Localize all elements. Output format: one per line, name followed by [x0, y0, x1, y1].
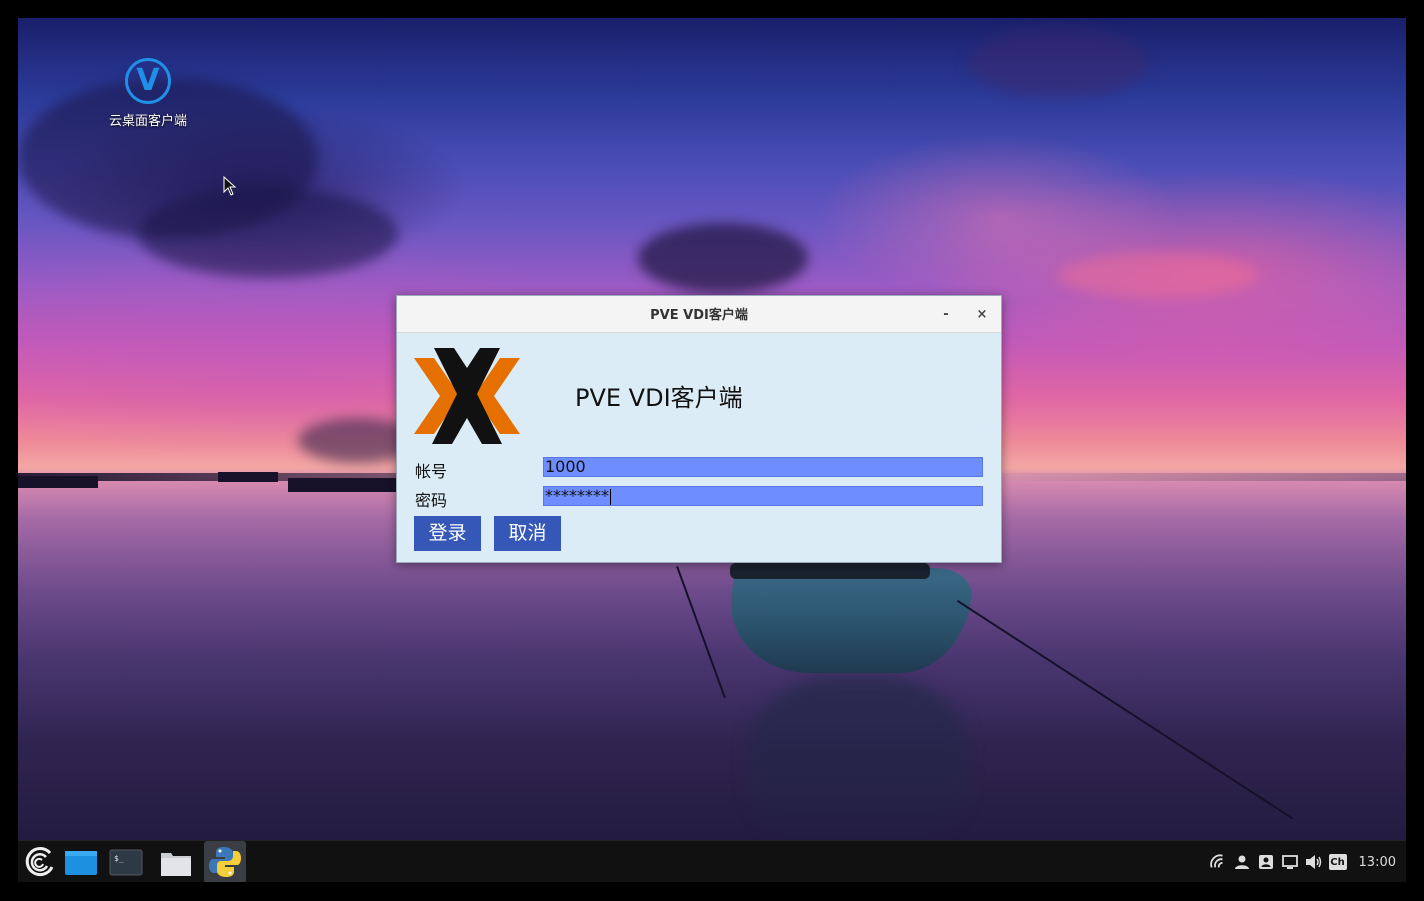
mouse-cursor-icon	[223, 176, 237, 196]
account-label: 帐号	[415, 462, 448, 481]
boat-rope	[676, 566, 726, 699]
desktop-shortcut-cloud-client[interactable]: V 云桌面客户端	[98, 58, 198, 129]
show-desktop-icon[interactable]	[64, 845, 98, 879]
terminal-icon[interactable]: $_	[109, 845, 143, 879]
boat-rim	[730, 563, 930, 579]
wallpaper-cloud	[138, 188, 398, 278]
file-manager-icon[interactable]	[159, 845, 193, 879]
user-icon[interactable]	[1233, 853, 1251, 871]
close-button[interactable]: ×	[971, 296, 993, 332]
password-label: 密码	[415, 491, 448, 510]
dialog-titlebar[interactable]: PVE VDI客户端 - ×	[397, 296, 1001, 333]
volume-icon[interactable]	[1305, 853, 1323, 871]
wallpaper-cloud	[638, 223, 808, 293]
desktop-screen: V 云桌面客户端 PVE VDI客户端 - × PVE VDI客户端 帐号 10…	[18, 18, 1406, 882]
dialog-title: PVE VDI客户端	[650, 308, 748, 323]
desktop-shortcut-label: 云桌面客户端	[108, 114, 187, 129]
network-icon[interactable]	[1209, 853, 1227, 871]
account-card-icon[interactable]	[1257, 853, 1275, 871]
boat-rope	[956, 600, 1294, 820]
password-input[interactable]: ********	[543, 486, 983, 506]
shore-silhouette	[288, 478, 398, 492]
login-dialog: PVE VDI客户端 - × PVE VDI客户端 帐号 1000 密码 ***…	[396, 295, 1002, 563]
input-method-icon[interactable]: Ch	[1328, 854, 1347, 870]
boat	[720, 568, 976, 673]
minimize-button[interactable]: -	[935, 296, 957, 332]
taskbar: $_ Ch 13:00	[18, 840, 1406, 882]
system-tray: Ch 13:00	[1209, 841, 1398, 882]
clock[interactable]: 13:00	[1359, 855, 1396, 870]
svg-text:$_: $_	[114, 854, 124, 863]
boat-reflection	[748, 678, 968, 858]
text-caret	[610, 488, 611, 505]
password-value: ********	[545, 486, 609, 505]
account-input[interactable]: 1000	[543, 457, 983, 477]
cancel-button[interactable]: 取消	[494, 516, 561, 551]
proxmox-logo-icon	[414, 348, 520, 444]
shore-silhouette	[18, 476, 98, 488]
wallpaper-cloud	[1058, 253, 1258, 298]
account-value: 1000	[545, 457, 586, 476]
app-heading: PVE VDI客户端	[575, 384, 743, 412]
active-app-python-button[interactable]	[204, 841, 246, 882]
display-icon[interactable]	[1281, 853, 1299, 871]
shore-silhouette	[218, 472, 278, 482]
wallpaper-cloud	[968, 28, 1148, 98]
login-button[interactable]: 登录	[414, 516, 481, 551]
v-logo-icon: V	[125, 58, 171, 104]
python-app-icon	[209, 847, 241, 877]
menu-logo-icon[interactable]	[22, 845, 56, 879]
